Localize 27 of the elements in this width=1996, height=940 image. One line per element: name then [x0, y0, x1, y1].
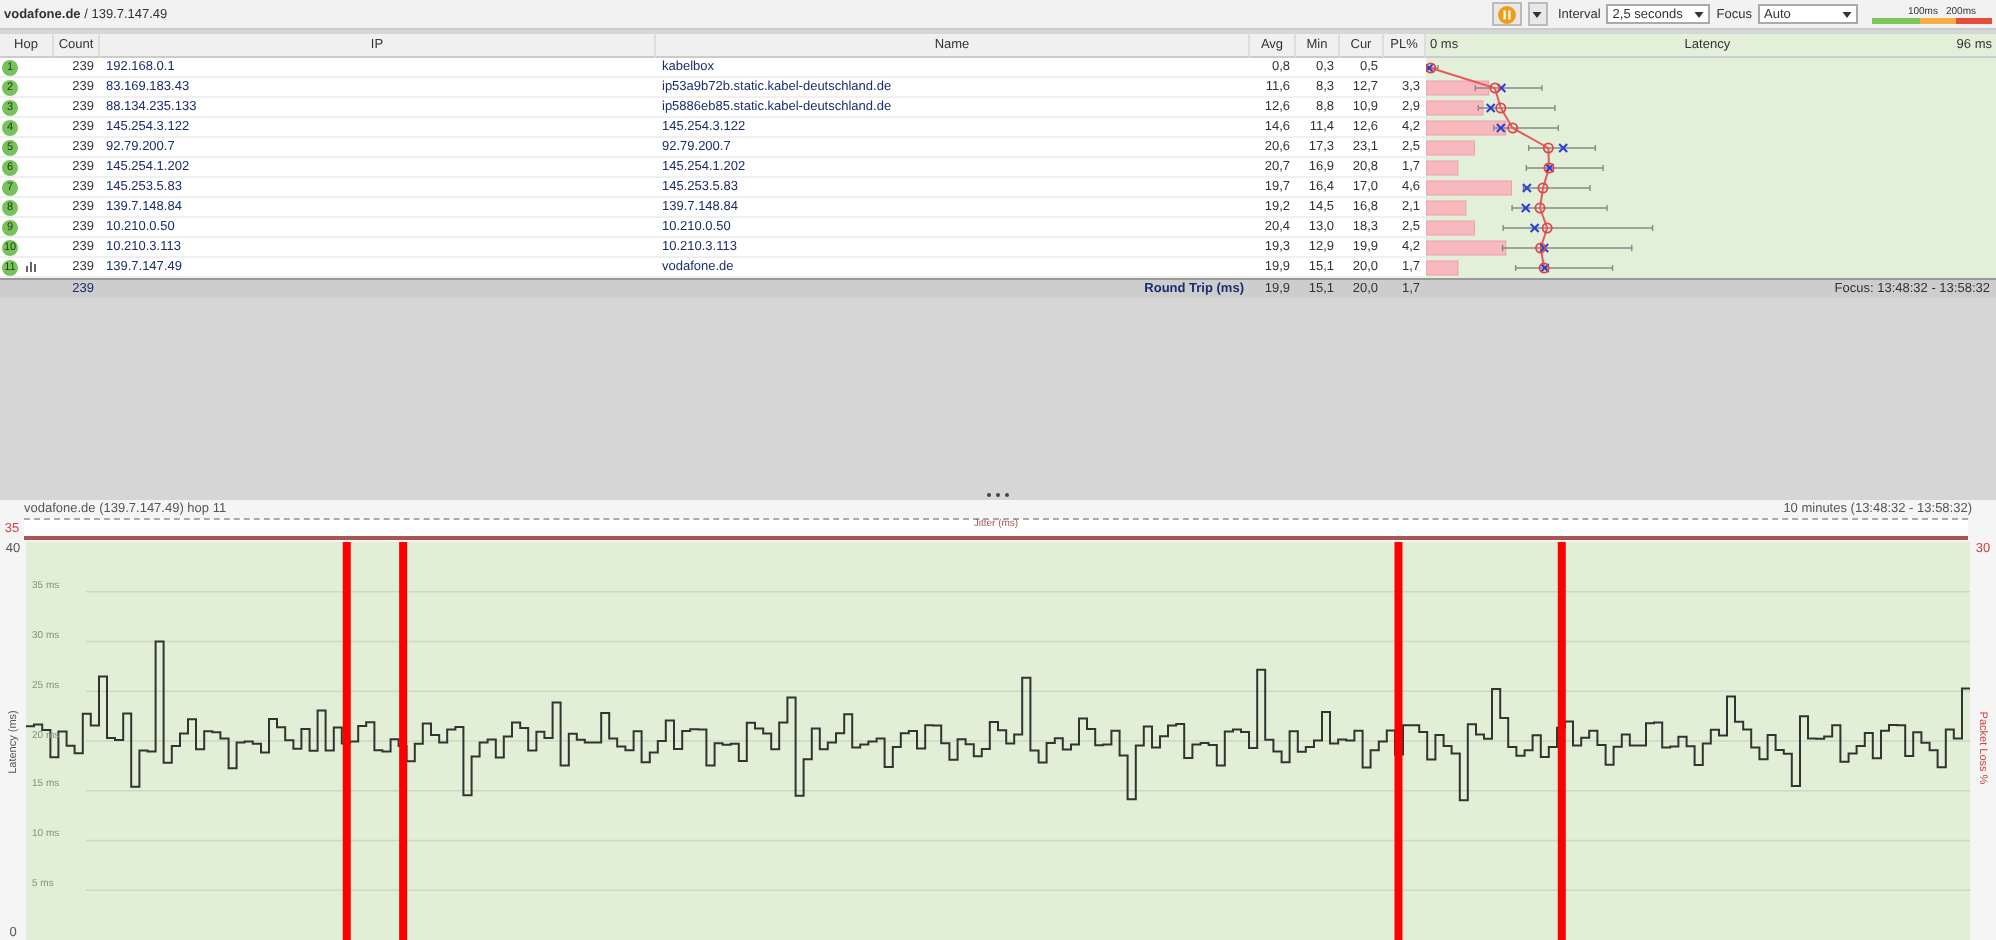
hop-latency-marker — [1520, 202, 1546, 214]
hop-latency-marker — [1495, 122, 1519, 134]
hop-latency-marker — [1529, 222, 1553, 234]
range-whisker — [1493, 124, 1559, 132]
range-whisker — [1501, 244, 1633, 252]
range-whisker — [1522, 184, 1591, 192]
caret-icon — [1694, 11, 1705, 17]
pause-icon — [1497, 5, 1516, 23]
hop-latency-marker — [1485, 102, 1507, 114]
hop-latency-marker — [1535, 242, 1550, 254]
range-whisker — [1514, 264, 1614, 272]
range-whisker — [1525, 164, 1604, 172]
range-whisker — [1511, 204, 1608, 212]
hop-latency-marker — [1521, 182, 1549, 194]
caret-icon — [1842, 11, 1852, 17]
hop-latency-marker — [1543, 162, 1555, 174]
range-whisker — [1474, 84, 1543, 92]
range-whisker — [1528, 144, 1597, 152]
range-whisker — [1477, 104, 1556, 112]
caret-icon — [1532, 11, 1543, 17]
latency-scale-bar — [1872, 17, 1992, 23]
grip-icon[interactable] — [986, 492, 1010, 498]
dropdown-button[interactable] — [1527, 2, 1548, 26]
hop-latency-marker — [1489, 82, 1507, 94]
hop-latency-marker — [1538, 262, 1550, 274]
bar-chart-icon[interactable] — [26, 262, 38, 272]
hop-latency-marker — [1542, 142, 1569, 154]
